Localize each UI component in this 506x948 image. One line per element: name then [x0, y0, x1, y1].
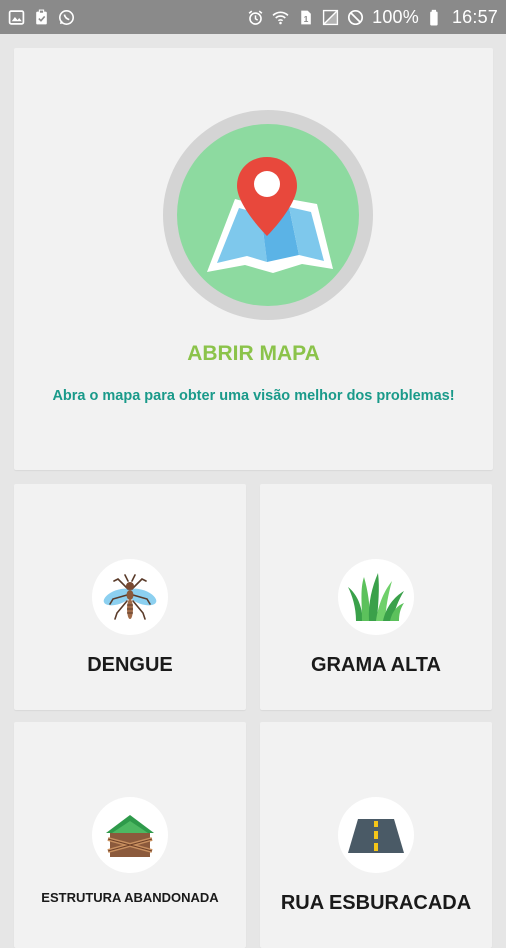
clipboard-notification-icon [33, 9, 50, 26]
map-pin-icon [207, 157, 333, 273]
wifi-icon [272, 9, 289, 26]
svg-text:1: 1 [304, 13, 309, 23]
mosquito-icon [92, 559, 168, 635]
map-icon-circle [163, 110, 373, 320]
category-label-abandoned-structure: ESTRUTURA ABANDONADA [41, 890, 219, 905]
category-card-dengue[interactable]: DENGUE [14, 484, 246, 710]
do-not-disturb-icon [347, 9, 364, 26]
grass-icon [338, 559, 414, 635]
abandoned-structure-icon [92, 797, 168, 873]
category-label-tall-grass: GRAMA ALTA [311, 654, 441, 676]
sim-card-icon: 1 [297, 9, 314, 26]
signal-icon [322, 9, 339, 26]
battery-percentage: 100% [372, 6, 419, 27]
clock: 16:57 [451, 6, 498, 27]
category-label-dengue: DENGUE [87, 654, 173, 676]
category-card-tall-grass[interactable]: GRAMA ALTA [260, 484, 492, 710]
category-label-damaged-road: RUA ESBURACADA [280, 892, 472, 914]
open-map-title: ABRIR MAPA [187, 342, 320, 365]
battery-icon [427, 9, 444, 26]
whatsapp-notification-icon [58, 9, 75, 26]
category-card-abandoned-structure[interactable]: ESTRUTURA ABANDONADA [14, 722, 246, 948]
road-icon [338, 797, 414, 873]
open-map-subtitle: Abra o mapa para obter uma visão melhor … [52, 388, 455, 404]
category-card-damaged-road[interactable]: RUA ESBURACADA [260, 722, 492, 948]
alarm-icon [247, 9, 264, 26]
open-map-card[interactable]: ABRIR MAPA Abra o mapa para obter uma vi… [14, 48, 493, 470]
gallery-notification-icon [8, 9, 25, 26]
status-bar: 1 100% 16:57 [0, 0, 506, 34]
